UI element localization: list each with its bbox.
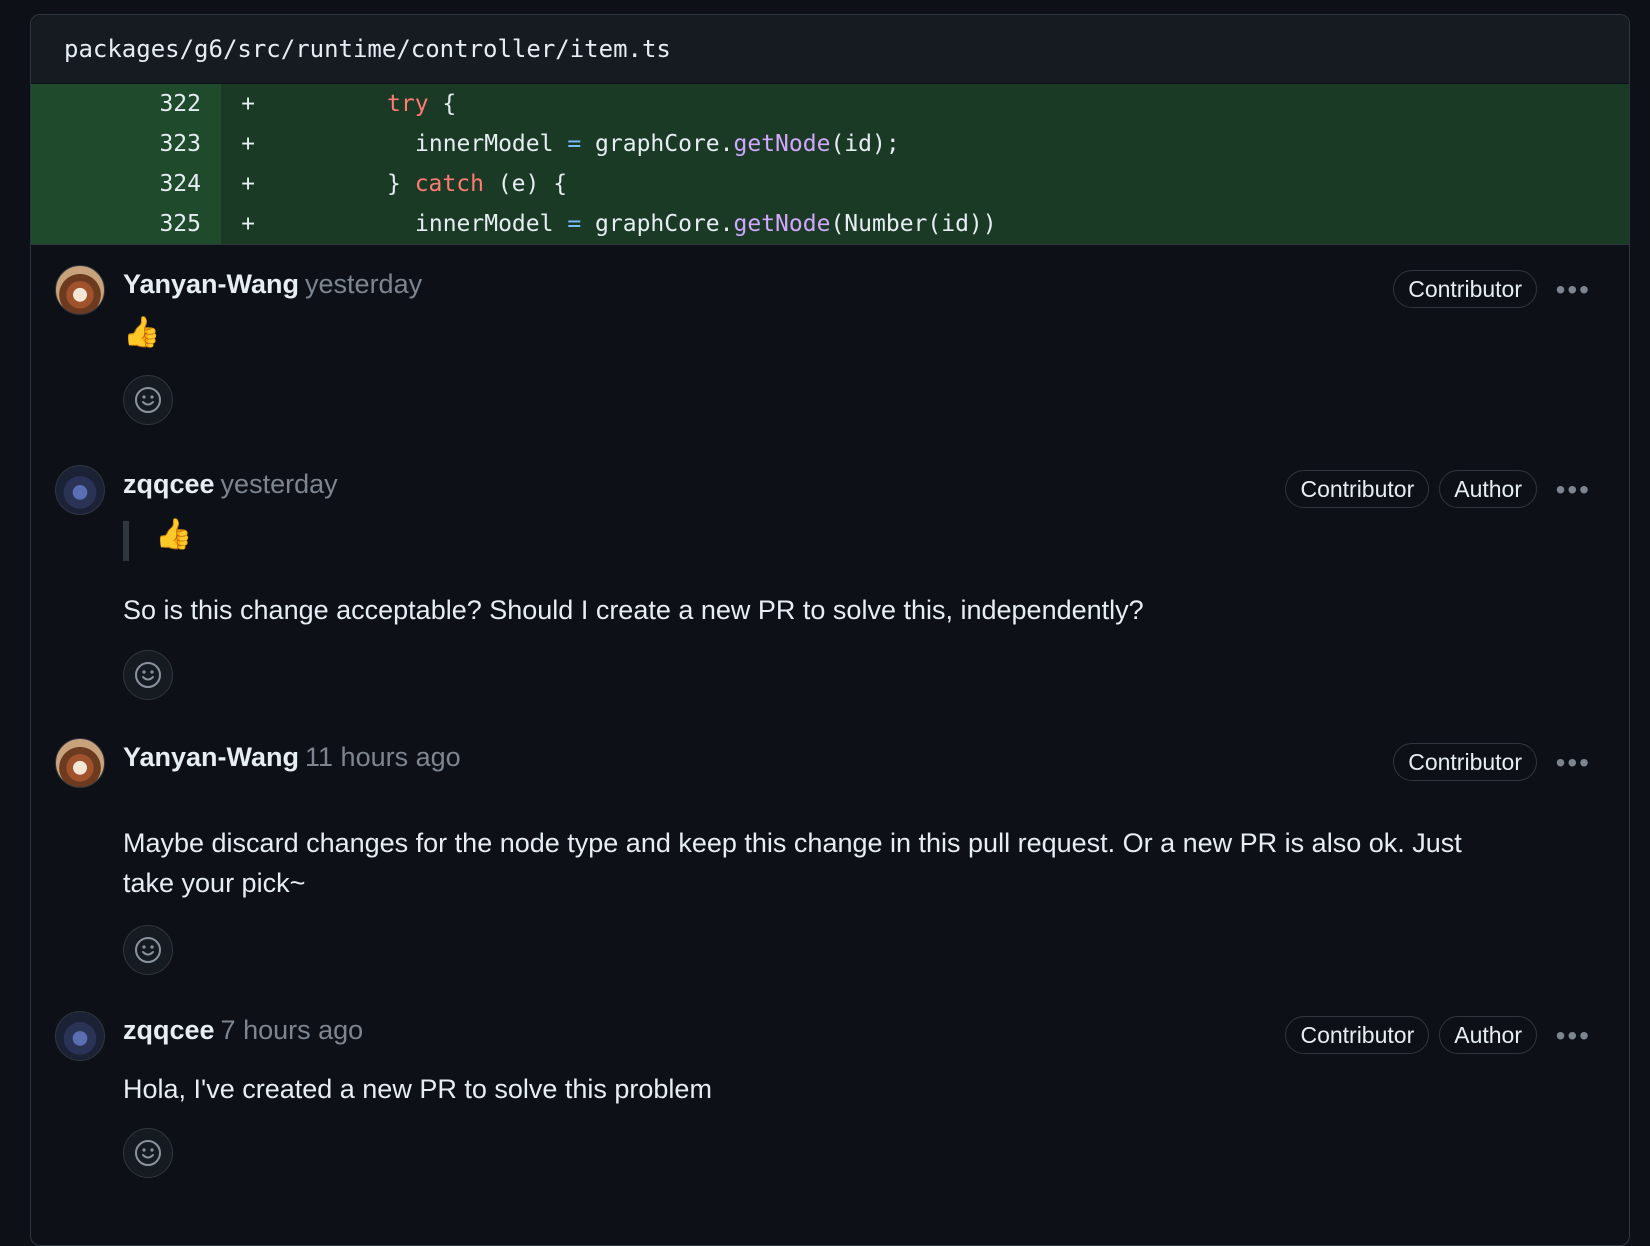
code-token: (Number(id)) bbox=[830, 211, 997, 237]
more-options-button[interactable]: ••• bbox=[1556, 1022, 1591, 1050]
badges: Contributor bbox=[1393, 270, 1537, 308]
more-options-button[interactable]: ••• bbox=[1556, 749, 1591, 777]
code-text: innerModel = graphCore.getNode(id); bbox=[283, 131, 900, 157]
author-link[interactable]: zqqcee bbox=[123, 1015, 215, 1045]
file-header: packages/g6/src/runtime/controller/item.… bbox=[31, 15, 1629, 84]
timestamp-link[interactable]: yesterday bbox=[305, 269, 422, 299]
diff-line: 322 + try { bbox=[31, 84, 1629, 124]
badges: Contributor Author bbox=[1285, 470, 1537, 508]
more-options-button[interactable]: ••• bbox=[1556, 476, 1591, 504]
code-text: } catch (e) { bbox=[283, 171, 567, 197]
timestamp-link[interactable]: yesterday bbox=[221, 469, 338, 499]
contributor-badge: Contributor bbox=[1285, 470, 1430, 508]
blockquote-bar bbox=[123, 521, 129, 561]
smiley-icon bbox=[135, 937, 161, 963]
added-marker: + bbox=[241, 131, 255, 157]
function-token: getNode bbox=[733, 211, 831, 237]
add-reaction-button[interactable] bbox=[123, 375, 173, 425]
line-number[interactable]: 323 bbox=[31, 124, 221, 164]
code-token: { bbox=[428, 91, 457, 117]
comment-meta: Yanyan-Wang 11 hours ago bbox=[123, 742, 461, 773]
comment-body: Hola, I've created a new PR to solve thi… bbox=[123, 1074, 712, 1104]
badges: Contributor Author bbox=[1285, 1016, 1537, 1054]
avatar[interactable] bbox=[55, 265, 105, 315]
avatar[interactable] bbox=[55, 1011, 105, 1061]
diff-line: 325 + innerModel = graphCore.getNode(Num… bbox=[31, 204, 1629, 244]
comment-meta: Yanyan-Wang yesterday bbox=[123, 269, 422, 300]
contributor-badge: Contributor bbox=[1393, 270, 1537, 308]
contributor-badge: Contributor bbox=[1285, 1016, 1430, 1054]
code-token: graphCore. bbox=[581, 131, 734, 157]
author-link[interactable]: zqqcee bbox=[123, 469, 215, 499]
avatar[interactable] bbox=[55, 465, 105, 515]
diff-line: 323 + innerModel = graphCore.getNode(id)… bbox=[31, 124, 1629, 164]
keyword-token: catch bbox=[414, 171, 484, 197]
keyword-token: try bbox=[387, 91, 429, 117]
code-token: (id); bbox=[830, 131, 900, 157]
more-options-button[interactable]: ••• bbox=[1556, 276, 1591, 304]
smiley-icon bbox=[135, 1140, 161, 1166]
code-token: innerModel bbox=[415, 131, 568, 157]
code-text: try { bbox=[283, 91, 456, 117]
code-token: (e) { bbox=[483, 171, 568, 197]
added-marker: + bbox=[241, 171, 255, 197]
diff-code: 322 + try { 323 + innerModel = graphCore… bbox=[31, 84, 1629, 244]
review-thread-panel: packages/g6/src/runtime/controller/item.… bbox=[30, 14, 1630, 1246]
comment-body: So is this change acceptable? Should I c… bbox=[123, 595, 1144, 625]
divider bbox=[31, 244, 1629, 249]
add-reaction-button[interactable] bbox=[123, 1128, 173, 1178]
line-number[interactable]: 325 bbox=[31, 204, 221, 244]
author-link[interactable]: Yanyan-Wang bbox=[123, 269, 299, 299]
timestamp-link[interactable]: 7 hours ago bbox=[221, 1015, 364, 1045]
add-reaction-button[interactable] bbox=[123, 650, 173, 700]
comment-meta: zqqcee yesterday bbox=[123, 469, 338, 500]
code-token: } bbox=[387, 171, 415, 197]
diff-line: 324 + } catch (e) { bbox=[31, 164, 1629, 204]
function-token: getNode bbox=[733, 131, 831, 157]
comment-body: Maybe discard changes for the node type … bbox=[123, 828, 1462, 898]
add-reaction-button[interactable] bbox=[123, 925, 173, 975]
quoted-text: 👍 bbox=[155, 518, 193, 551]
avatar[interactable] bbox=[55, 738, 105, 788]
comment-body: 👍 bbox=[123, 316, 161, 349]
author-badge: Author bbox=[1439, 470, 1537, 508]
line-number[interactable]: 324 bbox=[31, 164, 221, 204]
comment-meta: zqqcee 7 hours ago bbox=[123, 1015, 363, 1046]
badges: Contributor bbox=[1393, 743, 1537, 781]
author-badge: Author bbox=[1439, 1016, 1537, 1054]
line-number[interactable]: 322 bbox=[31, 84, 221, 124]
file-path[interactable]: packages/g6/src/runtime/controller/item.… bbox=[64, 35, 671, 63]
author-link[interactable]: Yanyan-Wang bbox=[123, 742, 299, 772]
timestamp-link[interactable]: 11 hours ago bbox=[305, 742, 461, 772]
added-marker: + bbox=[241, 211, 255, 237]
code-token: innerModel bbox=[415, 211, 568, 237]
contributor-badge: Contributor bbox=[1393, 743, 1537, 781]
added-marker: + bbox=[241, 91, 255, 117]
operator-token: = bbox=[567, 211, 582, 237]
code-token: graphCore. bbox=[581, 211, 734, 237]
smiley-icon bbox=[135, 662, 161, 688]
code-text: innerModel = graphCore.getNode(Number(id… bbox=[283, 211, 997, 237]
smiley-icon bbox=[135, 387, 161, 413]
operator-token: = bbox=[567, 131, 582, 157]
